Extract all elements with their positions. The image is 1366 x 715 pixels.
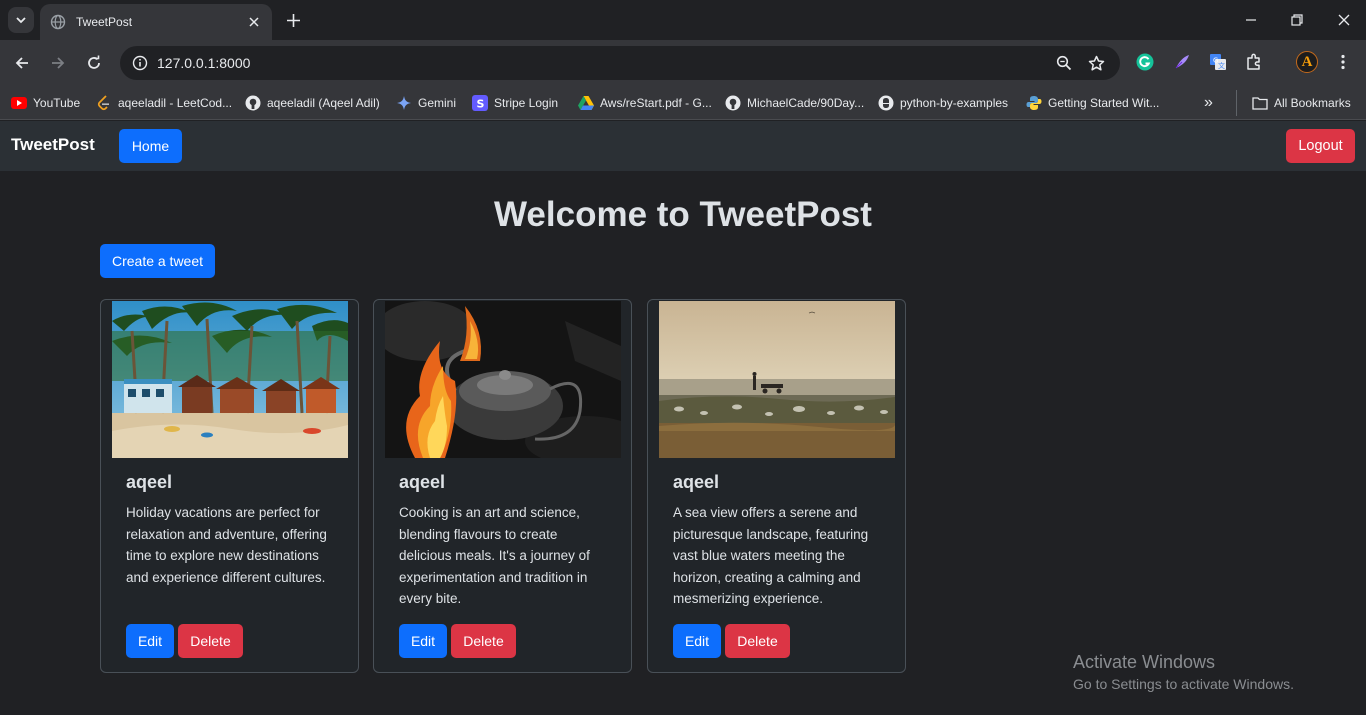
- bookmark-label: Gemini: [418, 96, 457, 110]
- bookmark-label: Aws/reStart.pdf - G...: [600, 96, 712, 110]
- windows-activation-watermark: Activate Windows Go to Settings to activ…: [1073, 652, 1294, 692]
- bookmark-label: MichaelCade/90Day...: [747, 96, 865, 110]
- globe-icon: [50, 14, 66, 30]
- svg-text:文: 文: [1218, 61, 1225, 70]
- arrow-left-icon: [15, 57, 28, 69]
- svg-text:S: S: [477, 98, 485, 111]
- restore-icon: [1291, 14, 1303, 26]
- logout-button[interactable]: Logout: [1286, 129, 1355, 163]
- create-tweet-button[interactable]: Create a tweet: [100, 244, 215, 278]
- bookmark-getting-started[interactable]: Getting Started Wit...: [1026, 92, 1159, 114]
- restore-button[interactable]: [1285, 8, 1309, 32]
- grammarly-extension-icon[interactable]: [1133, 50, 1157, 74]
- bookmarks-divider: [1236, 90, 1237, 116]
- forward-button[interactable]: [45, 50, 71, 76]
- address-bar[interactable]: 127.0.0.1:8000: [120, 46, 1120, 80]
- edit-button[interactable]: Edit: [673, 624, 721, 658]
- bookmark-label: aqeeladil - LeetCod...: [118, 96, 233, 110]
- chevron-down-icon: [16, 17, 26, 24]
- tweet-card: aqeel Cooking is an art and science, ble…: [373, 299, 632, 673]
- back-button[interactable]: [9, 50, 35, 76]
- tweet-text: A sea view offers a serene and picturesq…: [673, 505, 869, 606]
- bookmark-github-michaelcade[interactable]: MichaelCade/90Day...: [725, 92, 864, 114]
- tweet-text: Cooking is an art and science, blending …: [399, 505, 590, 606]
- brand-logo[interactable]: TweetPost: [11, 135, 95, 155]
- watermark-subtitle: Go to Settings to activate Windows.: [1073, 676, 1294, 692]
- bookmark-label: aqeeladil (Aqeel Adil): [267, 96, 380, 110]
- delete-button[interactable]: Delete: [451, 624, 516, 658]
- edit-button[interactable]: Edit: [399, 624, 447, 658]
- bookmark-youtube[interactable]: YouTube: [11, 92, 80, 114]
- stripe-icon: S: [472, 95, 488, 111]
- youtube-icon: [11, 95, 27, 111]
- bookmark-label: Getting Started Wit...: [1048, 96, 1160, 110]
- menu-kebab-icon[interactable]: [1331, 50, 1355, 74]
- bookmark-label: Stripe Login: [494, 96, 559, 110]
- new-tab-button[interactable]: [282, 9, 304, 31]
- avatar-initial: A: [1301, 53, 1313, 70]
- bookmark-google-drive[interactable]: Aws/reStart.pdf - G...: [578, 92, 712, 114]
- close-icon: [1338, 14, 1350, 26]
- bookmark-python-by-examples[interactable]: python-by-examples: [878, 92, 1008, 114]
- home-button[interactable]: Home: [119, 129, 182, 163]
- google-drive-icon: [578, 95, 594, 111]
- url-text: 127.0.0.1:8000: [157, 55, 251, 71]
- tab-search-button[interactable]: [8, 7, 34, 33]
- bookmark-github-aqeeladil[interactable]: aqeeladil (Aqeel Adil): [245, 92, 380, 114]
- tweet-author: aqeel: [673, 472, 720, 492]
- app-navbar: TweetPost Home Logout: [0, 121, 1366, 171]
- python-icon: [878, 95, 894, 111]
- puzzle-extensions-icon[interactable]: [1242, 50, 1266, 74]
- browser-tabstrip: TweetPost: [0, 0, 1366, 40]
- plus-icon: [286, 13, 300, 27]
- folder-icon: [1252, 95, 1268, 111]
- bookmark-label: All Bookmarks: [1274, 96, 1351, 110]
- tweet-text: Holiday vacations are perfect for relaxa…: [126, 505, 327, 585]
- tweet-image: [659, 301, 895, 458]
- delete-button[interactable]: Delete: [178, 624, 243, 658]
- tweet-author: aqeel: [399, 472, 446, 492]
- bookmark-leetcode[interactable]: aqeeladil - LeetCod...: [96, 92, 232, 114]
- bookmark-gemini[interactable]: Gemini: [396, 92, 456, 114]
- bookmark-label: YouTube: [33, 96, 81, 110]
- close-tab-icon[interactable]: [246, 14, 262, 30]
- tweet-author: aqeel: [126, 472, 173, 492]
- gemini-icon: [396, 95, 412, 111]
- delete-button[interactable]: Delete: [725, 624, 790, 658]
- active-tab[interactable]: TweetPost: [40, 4, 272, 40]
- edit-button[interactable]: Edit: [126, 624, 174, 658]
- minimize-icon: [1246, 19, 1256, 21]
- tweet-card: aqeel A sea view offers a serene and pic…: [647, 299, 906, 673]
- minimize-button[interactable]: [1239, 8, 1263, 32]
- zoom-icon[interactable]: [1052, 51, 1076, 75]
- bookmark-label: python-by-examples: [900, 96, 1009, 110]
- github-icon: [725, 95, 741, 111]
- reload-button[interactable]: [81, 50, 107, 76]
- github-icon: [245, 95, 261, 111]
- watermark-title: Activate Windows: [1073, 652, 1216, 672]
- bookmark-star-icon[interactable]: [1084, 51, 1108, 75]
- leetcode-icon: [96, 95, 112, 111]
- tweet-card: aqeel Holiday vacations are perfect for …: [100, 299, 359, 673]
- bookmark-stripe[interactable]: S Stripe Login: [472, 92, 558, 114]
- reload-icon: [88, 55, 100, 69]
- arrow-right-icon: [52, 57, 65, 69]
- all-bookmarks-button[interactable]: All Bookmarks: [1252, 92, 1351, 114]
- more-bookmarks-button[interactable]: »: [1204, 92, 1213, 114]
- bookmarks-bar: YouTube aqeeladil - LeetCod... aqeeladil…: [0, 86, 1366, 120]
- python-icon: [1026, 95, 1042, 111]
- tweet-image: [385, 301, 621, 458]
- quill-extension-icon[interactable]: [1170, 50, 1194, 74]
- tab-title: TweetPost: [76, 15, 133, 29]
- page-title: Welcome to TweetPost: [494, 195, 872, 234]
- translate-extension-icon[interactable]: G文: [1206, 50, 1230, 74]
- close-window-button[interactable]: [1332, 8, 1356, 32]
- site-info-icon[interactable]: [128, 51, 152, 75]
- browser-toolbar: 127.0.0.1:8000: [0, 40, 1366, 86]
- tweet-image: [112, 301, 348, 458]
